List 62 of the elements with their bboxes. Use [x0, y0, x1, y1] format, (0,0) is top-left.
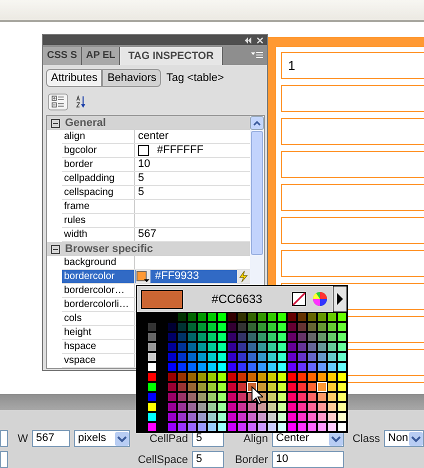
section-title: General	[65, 117, 106, 129]
property-name[interactable]: align	[62, 130, 135, 143]
input-field[interactable]	[0, 430, 8, 447]
property-name[interactable]: rules	[62, 214, 135, 227]
collapse-icon[interactable]	[51, 244, 60, 254]
collapse-icon[interactable]	[51, 118, 60, 128]
property-name[interactable]: frame	[62, 200, 135, 213]
sort-alphabetical-icon[interactable]	[76, 95, 86, 109]
property-name[interactable]: cols	[62, 312, 135, 325]
pointer-cursor-icon	[251, 386, 263, 405]
color-hex-value: #CC6633	[210, 292, 264, 306]
table-cell: 1	[281, 52, 424, 79]
section-title: Browser specific	[65, 243, 154, 255]
input-field[interactable]: 10	[272, 451, 344, 468]
field-label: W	[18, 432, 28, 444]
property-value[interactable]: 5	[138, 172, 144, 185]
subtab[interactable]: Behaviors	[102, 69, 162, 87]
field-label: Align	[244, 432, 268, 444]
color-swatch-button[interactable]	[135, 270, 151, 283]
property-name[interactable]: width	[62, 228, 135, 241]
dropdown-field[interactable]: pixels	[74, 430, 130, 447]
property-value[interactable]: 10	[138, 158, 150, 171]
property-name[interactable]: bordercolor…	[62, 284, 135, 297]
property-name[interactable]: vspace	[62, 354, 135, 367]
color-wheel-icon[interactable]	[312, 291, 328, 307]
input-field[interactable]: 567	[32, 430, 70, 447]
field-label: CellPad	[149, 432, 188, 444]
subtab[interactable]: Attributes	[46, 69, 102, 87]
no-color-icon[interactable]	[291, 291, 307, 307]
scrollbar-thumb[interactable]	[251, 131, 263, 255]
property-name[interactable]: hspace	[62, 340, 135, 353]
scroll-up-icon[interactable]	[250, 116, 264, 130]
property-value[interactable]: #FF9933	[155, 270, 200, 283]
field-label: CellSpace	[138, 454, 188, 466]
property-value[interactable]: #FFFFFF	[157, 144, 204, 157]
category-view-icon[interactable]	[48, 93, 68, 111]
input-field[interactable]: 5	[192, 451, 224, 468]
property-value[interactable]: 567	[138, 228, 156, 241]
close-icon[interactable]	[256, 36, 264, 44]
color-swatch[interactable]	[138, 145, 149, 156]
property-name[interactable]: cellspacing	[62, 186, 135, 199]
property-name[interactable]: border	[62, 158, 135, 171]
panel-tab[interactable]: TAG INSPECTOR	[120, 47, 223, 65]
tag-label: Tag <table>	[166, 72, 224, 84]
property-value[interactable]: 5	[138, 186, 144, 199]
arrow-right-icon[interactable]	[333, 286, 347, 312]
panel-tab[interactable]: CSS S	[43, 47, 82, 65]
lightning-icon[interactable]	[237, 270, 250, 283]
field-label: Border	[234, 454, 268, 466]
property-name[interactable]: bgcolor	[62, 144, 135, 157]
input-field[interactable]	[0, 451, 8, 468]
menu-icon[interactable]	[251, 51, 263, 59]
property-value[interactable]: center	[138, 130, 169, 143]
property-name[interactable]: bordercolorli…	[62, 298, 135, 311]
section-header[interactable]: General	[47, 116, 250, 130]
section-header[interactable]: Browser specific	[47, 242, 250, 256]
property-name[interactable]: height	[62, 326, 135, 339]
dropdown-field[interactable]: Non	[384, 430, 424, 447]
property-name[interactable]: cellpadding	[62, 172, 135, 185]
panel-tab[interactable]: AP EL	[82, 47, 120, 65]
property-name[interactable]: background	[62, 256, 135, 269]
field-label: Class	[352, 432, 380, 444]
